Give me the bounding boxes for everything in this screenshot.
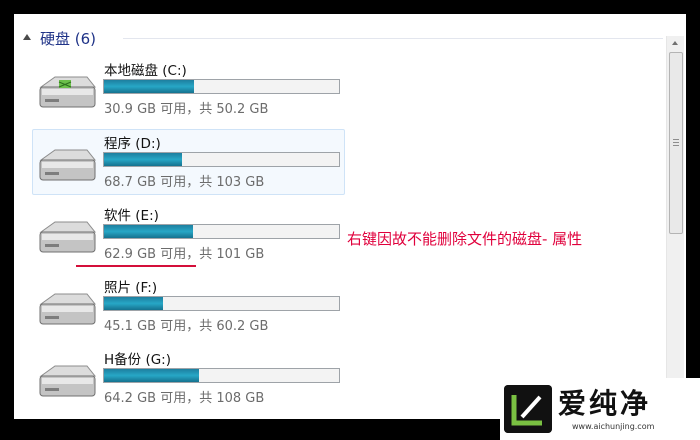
- collapse-arrow-icon[interactable]: [23, 34, 31, 40]
- grip-line: [673, 145, 679, 146]
- drive-space-text: 64.2 GB 可用，共 108 GB: [104, 391, 265, 406]
- explorer-window: 硬盘 (6) 本地磁盘 (C:) 30.9 GB 可用，共 50.2 GB 程序…: [14, 14, 686, 419]
- drive-name: 照片 (F:): [104, 280, 158, 296]
- drive-usage-bar: [103, 79, 340, 94]
- grip-line: [673, 139, 679, 140]
- drive-item[interactable]: H备份 (G:) 64.2 GB 可用，共 108 GB: [32, 345, 345, 411]
- drive-usage-bar: [103, 296, 340, 311]
- watermark-url: www.aichunjing.com: [572, 422, 655, 431]
- drive-name: 本地磁盘 (C:): [104, 63, 187, 79]
- drive-usage-fill: [104, 153, 183, 166]
- grip-line: [673, 142, 679, 143]
- drive-usage-bar: [103, 368, 340, 383]
- vertical-scrollbar[interactable]: [666, 36, 684, 419]
- watermark: 爱纯净 www.aichunjing.com: [500, 378, 700, 440]
- drive-usage-bar: [103, 152, 340, 167]
- hard-drive-icon: [39, 149, 97, 181]
- hard-drive-icon: [39, 293, 97, 325]
- hard-drive-icon: [39, 76, 97, 108]
- drive-usage-fill: [104, 80, 195, 93]
- drive-space-text: 62.9 GB 可用，共 101 GB: [104, 247, 265, 262]
- annotation-text: 右键因故不能删除文件的磁盘- 属性: [347, 230, 583, 248]
- drive-usage-fill: [104, 225, 193, 238]
- drive-item[interactable]: 软件 (E:) 62.9 GB 可用，共 101 GB: [32, 201, 345, 267]
- logo-icon: [504, 385, 552, 433]
- watermark-title: 爱纯净: [558, 387, 652, 420]
- drive-name: 程序 (D:): [104, 136, 161, 152]
- drive-item[interactable]: 程序 (D:) 68.7 GB 可用，共 103 GB: [32, 129, 345, 195]
- drive-usage-fill: [104, 297, 163, 310]
- scroll-thumb[interactable]: [669, 52, 683, 234]
- drive-name: 软件 (E:): [104, 208, 159, 224]
- drive-item[interactable]: 照片 (F:) 45.1 GB 可用，共 60.2 GB: [32, 273, 345, 339]
- drive-space-text: 30.9 GB 可用，共 50.2 GB: [104, 102, 269, 117]
- group-header-hard-disks[interactable]: 硬盘 (6): [23, 25, 663, 51]
- drive-usage-fill: [104, 369, 200, 382]
- drive-space-text: 45.1 GB 可用，共 60.2 GB: [104, 319, 269, 334]
- drive-space-text: 68.7 GB 可用，共 103 GB: [104, 175, 265, 190]
- drive-item[interactable]: 本地磁盘 (C:) 30.9 GB 可用，共 50.2 GB: [32, 56, 345, 122]
- group-title: 硬盘 (6): [40, 30, 97, 48]
- hard-drive-icon: [39, 221, 97, 253]
- drive-usage-bar: [103, 224, 340, 239]
- scroll-up-arrow-icon[interactable]: [667, 36, 684, 50]
- drive-name: H备份 (G:): [104, 352, 171, 368]
- group-divider: [123, 38, 663, 39]
- annotation-underline: [76, 265, 196, 267]
- hard-drive-icon: [39, 365, 97, 397]
